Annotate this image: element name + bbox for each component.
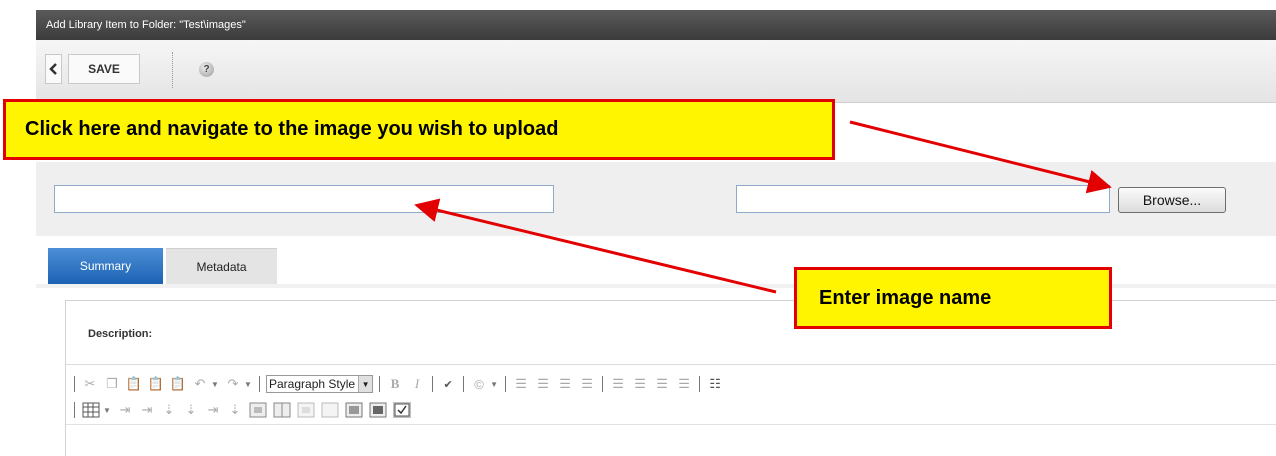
cut-icon[interactable]: ✂ <box>81 375 99 393</box>
outdent-icon[interactable]: ☰ <box>556 375 574 393</box>
table-dropdown-icon[interactable]: ▼ <box>103 406 111 415</box>
special-char-dropdown-icon[interactable]: ▼ <box>490 380 498 389</box>
bold-icon[interactable]: B <box>386 375 404 393</box>
editor-toolbar-underline <box>66 424 1276 425</box>
toolbar: SAVE ? <box>36 40 1276 103</box>
window-title: Add Library Item to Folder: "Test\images… <box>36 10 1276 40</box>
help-icon[interactable]: ? <box>199 62 214 77</box>
undo-icon[interactable]: ↶ <box>191 375 209 393</box>
table-properties-icon[interactable] <box>345 402 363 418</box>
toolbar-separator <box>602 376 604 392</box>
toolbar-separator <box>259 376 260 392</box>
back-button[interactable] <box>45 54 62 84</box>
cell-properties-icon[interactable] <box>297 402 315 418</box>
split-cells-icon[interactable] <box>273 402 291 418</box>
table-icon[interactable] <box>82 402 100 418</box>
insert-row-after-icon[interactable]: ⇥ <box>138 401 156 419</box>
toolbar-separator <box>74 402 75 418</box>
chevron-left-icon <box>49 63 57 75</box>
toolbar-divider <box>172 52 173 88</box>
insert-column-before-icon[interactable]: ⇣ <box>160 401 178 419</box>
file-path-input[interactable] <box>736 185 1110 213</box>
paste-from-word-icon[interactable]: 📋 <box>147 375 165 393</box>
show-borders-icon[interactable] <box>393 402 411 418</box>
editor-toolbar-row-2: ▼ ⇥ ⇥ ⇣ ⇣ ⇥ ⇣ <box>66 398 1276 422</box>
delete-row-icon[interactable]: ⇥ <box>204 401 222 419</box>
tab-metadata[interactable]: Metadata <box>166 248 277 284</box>
chevron-down-icon: ▼ <box>358 376 373 392</box>
editor-toolbar-row-1: ✂ ❐ 📋 📋 📋 ↶ ▼ ↷ ▼ Paragraph Style ▼ B I … <box>66 372 1276 396</box>
toolbar-separator <box>505 376 507 392</box>
merge-cells-icon[interactable] <box>249 402 267 418</box>
delete-table-icon[interactable] <box>369 402 387 418</box>
insert-row-before-icon[interactable]: ⇥ <box>116 401 134 419</box>
indent-icon[interactable]: ☰ <box>578 375 596 393</box>
row-properties-icon[interactable] <box>321 402 339 418</box>
save-button[interactable]: SAVE <box>68 54 140 84</box>
editor-divider <box>66 364 1276 365</box>
italic-icon[interactable]: I <box>408 375 426 393</box>
insert-column-after-icon[interactable]: ⇣ <box>182 401 200 419</box>
align-left-icon[interactable]: ☰ <box>609 375 627 393</box>
copy-icon[interactable]: ❐ <box>103 375 121 393</box>
toolbar-separator <box>379 376 381 392</box>
name-hint-callout: Enter image name <box>794 267 1112 329</box>
toolbar-separator <box>432 376 434 392</box>
tab-summary[interactable]: Summary <box>48 248 163 284</box>
toolbar-separator <box>74 376 75 392</box>
align-right-icon[interactable]: ☰ <box>653 375 671 393</box>
delete-column-icon[interactable]: ⇣ <box>226 401 244 419</box>
spellcheck-icon[interactable]: ✔ <box>439 375 457 393</box>
align-justify-icon[interactable]: ☰ <box>675 375 693 393</box>
upload-panel: Browse... <box>36 162 1276 236</box>
copyright-icon[interactable]: © <box>470 375 488 393</box>
definition-list-icon[interactable]: ☷ <box>706 375 724 393</box>
bulleted-list-icon[interactable]: ☰ <box>534 375 552 393</box>
paragraph-style-select[interactable]: Paragraph Style ▼ <box>266 375 374 393</box>
browse-button[interactable]: Browse... <box>1118 187 1226 213</box>
paste-icon[interactable]: 📋 <box>125 375 143 393</box>
paragraph-style-value: Paragraph Style <box>269 377 356 391</box>
paste-text-icon[interactable]: 📋 <box>169 375 187 393</box>
description-label: Description: <box>88 328 153 340</box>
toolbar-separator <box>699 376 701 392</box>
undo-dropdown-icon[interactable]: ▼ <box>211 380 219 389</box>
image-name-input[interactable] <box>54 185 554 213</box>
redo-icon[interactable]: ↷ <box>224 375 242 393</box>
numbered-list-icon[interactable]: ☰ <box>512 375 530 393</box>
align-center-icon[interactable]: ☰ <box>631 375 649 393</box>
upload-hint-callout: Click here and navigate to the image you… <box>3 99 835 160</box>
redo-dropdown-icon[interactable]: ▼ <box>244 380 252 389</box>
toolbar-separator <box>463 376 465 392</box>
